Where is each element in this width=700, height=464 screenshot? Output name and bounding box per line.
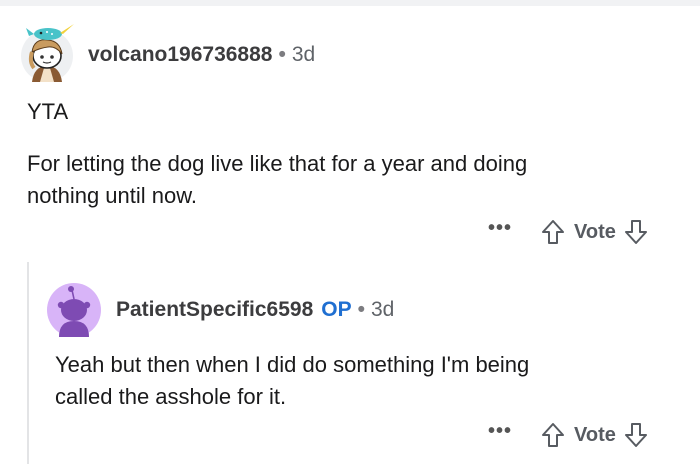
upvote-arrow-icon[interactable] xyxy=(541,422,565,448)
vote-controls: Vote xyxy=(541,219,648,245)
reply-body-line-2: called the asshole for it. xyxy=(55,384,287,409)
comment-thread: volcano196736888 • 3d YTA For letting the … xyxy=(0,0,700,464)
separator-dot: • xyxy=(278,43,286,66)
top-divider xyxy=(0,0,700,6)
reply-username[interactable]: PatientSpecific6598 xyxy=(116,298,313,321)
vote-controls: Vote xyxy=(541,422,648,448)
comment-body-line-2: nothing until now. xyxy=(27,183,198,208)
more-options-button[interactable]: ••• xyxy=(485,218,515,246)
separator-dot: • xyxy=(357,298,365,321)
reply-body-line-1: Yeah but then when I did do something I'… xyxy=(55,352,530,377)
thread-line[interactable] xyxy=(27,262,29,464)
downvote-arrow-icon[interactable] xyxy=(624,422,648,448)
default-snoo-avatar-icon[interactable] xyxy=(47,283,101,337)
upvote-arrow-icon[interactable] xyxy=(541,219,565,245)
comment-body-verdict: YTA xyxy=(27,99,69,124)
comment-actions: ••• Vote xyxy=(485,215,648,249)
vote-label: Vote xyxy=(574,423,616,446)
reply-age: 3d xyxy=(370,298,395,321)
comment-meta: volcano196736888 • 3d xyxy=(88,42,315,68)
comment-body-line-1: For letting the dog live like that for a… xyxy=(27,151,528,176)
reply-actions: ••• Vote xyxy=(485,418,648,452)
downvote-arrow-icon[interactable] xyxy=(624,219,648,245)
comment-username[interactable]: volcano196736888 xyxy=(88,43,272,66)
vote-label: Vote xyxy=(574,220,616,243)
snoo-avatar-with-narwhal-hat-icon[interactable] xyxy=(20,22,78,82)
comment-age: 3d xyxy=(291,43,316,66)
op-badge: OP xyxy=(321,298,352,321)
more-options-button[interactable]: ••• xyxy=(485,421,515,449)
reply-meta: PatientSpecific6598 OP • 3d xyxy=(116,297,394,323)
